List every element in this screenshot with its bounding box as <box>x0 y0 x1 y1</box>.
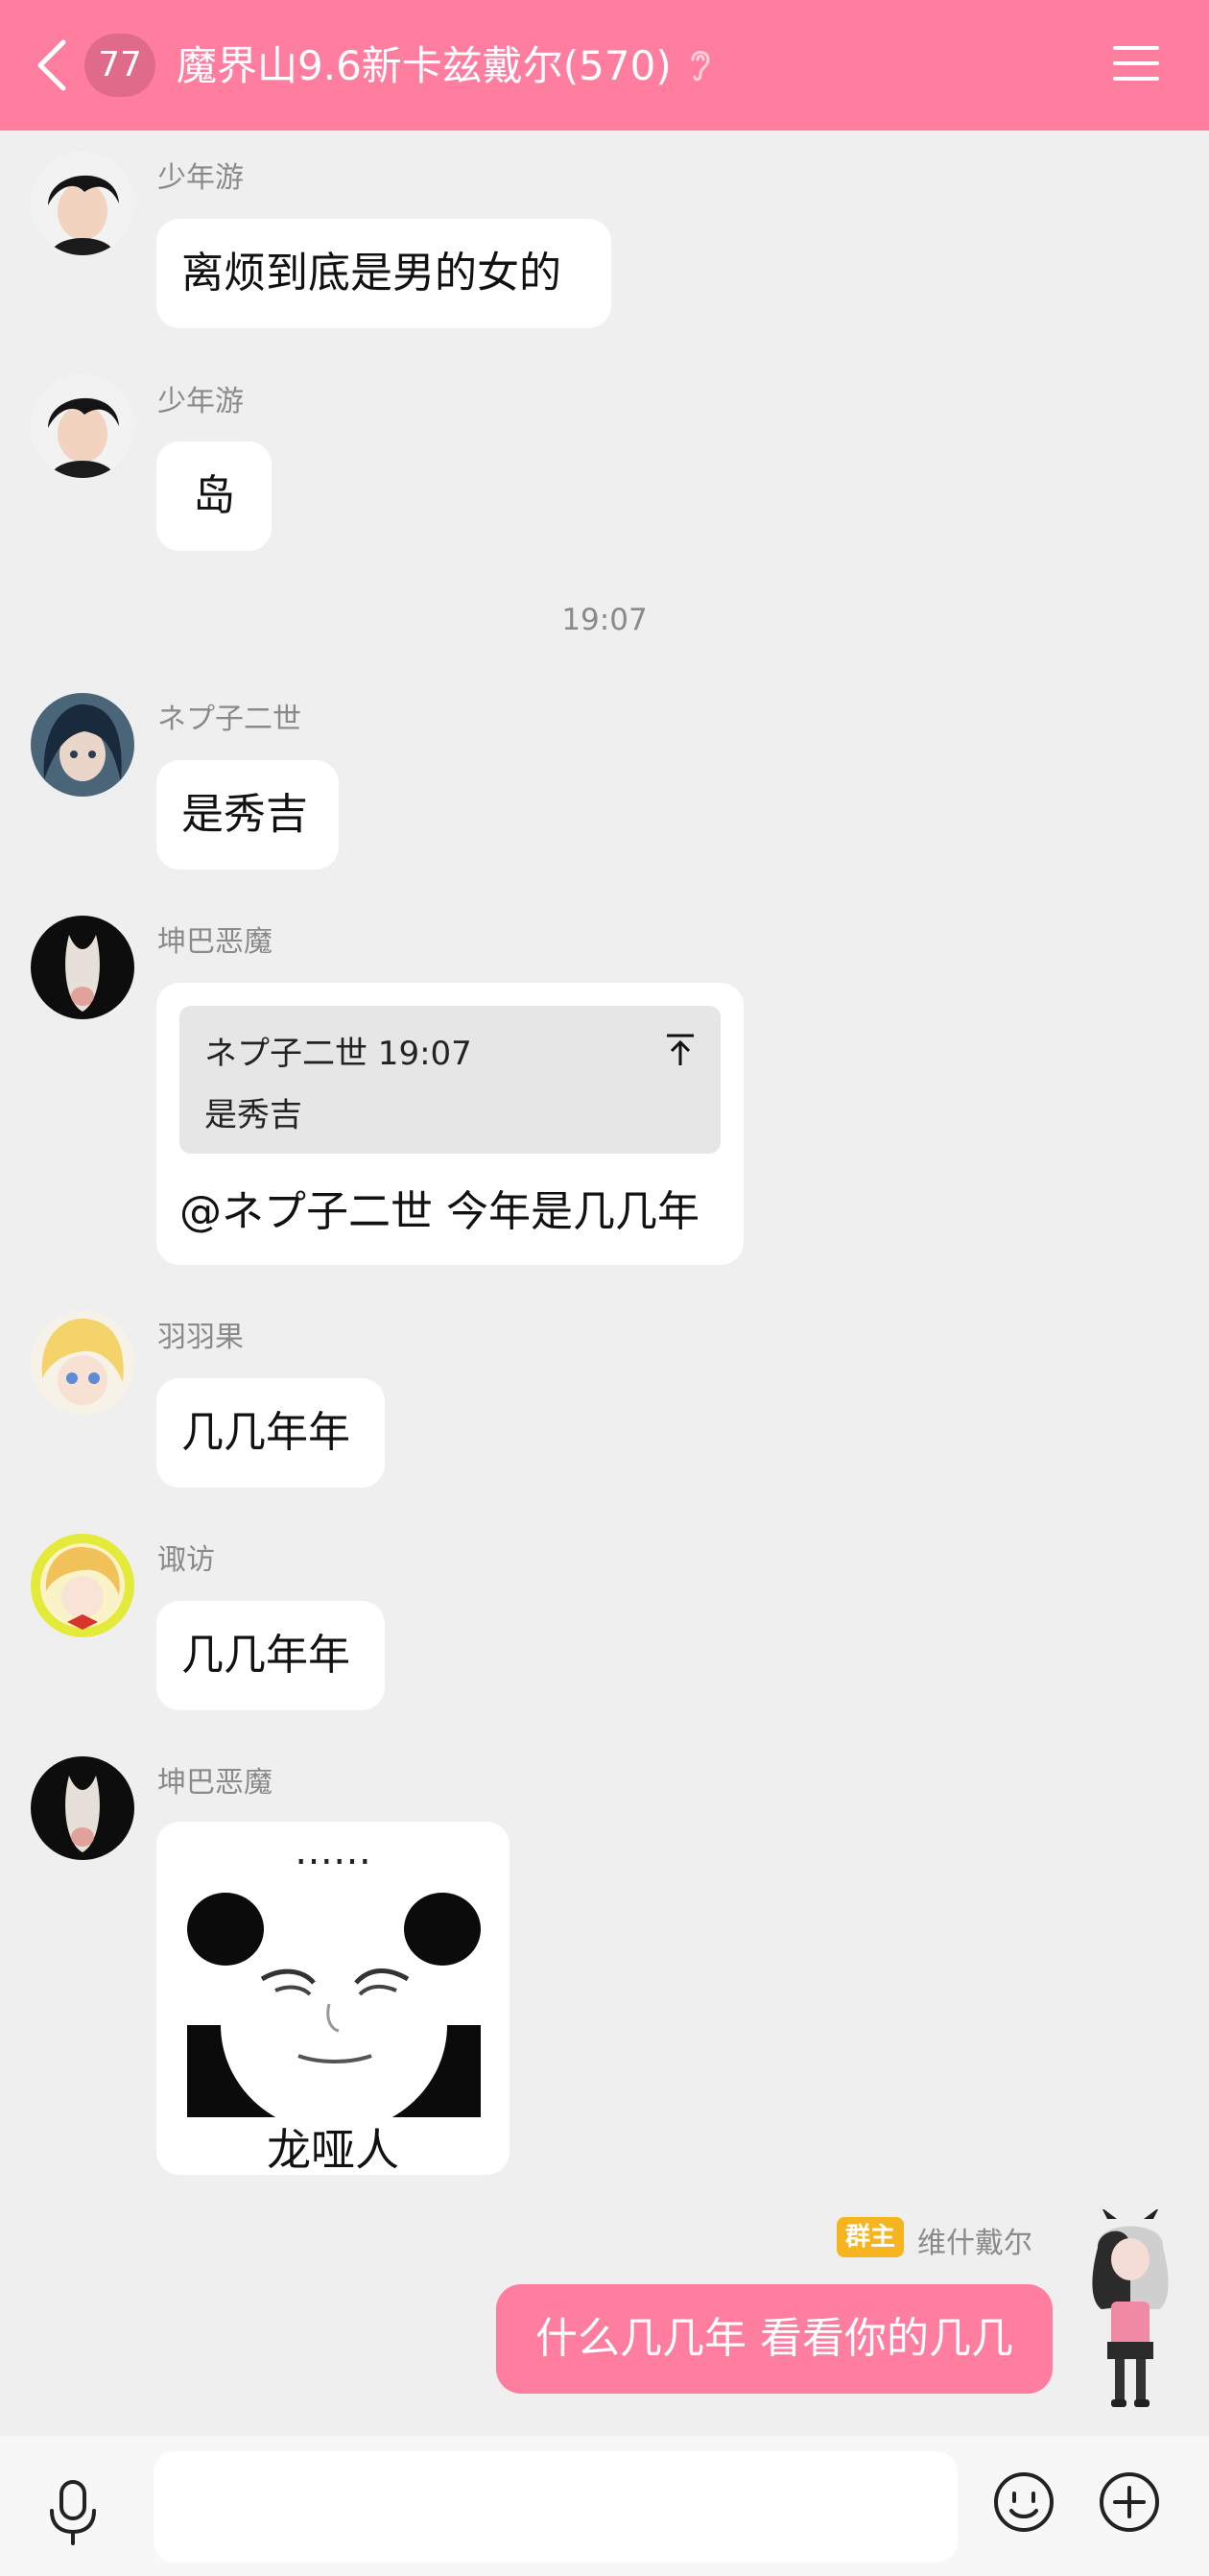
back-arrow-icon[interactable] <box>33 38 71 92</box>
message-bubble[interactable]: 离烦到底是男的女的 <box>156 219 611 328</box>
avatar[interactable] <box>31 693 134 797</box>
message-bubble[interactable]: 是秀吉 <box>156 760 339 870</box>
microphone-icon[interactable] <box>44 2478 102 2545</box>
avatar[interactable] <box>31 1311 134 1415</box>
jump-to-message-icon[interactable] <box>665 1033 696 1067</box>
message-bubble[interactable]: 几几年年 <box>156 1378 385 1488</box>
message-input[interactable] <box>154 2451 958 2563</box>
group-owner-badge: 群主 <box>837 2217 904 2257</box>
menu-icon[interactable] <box>1111 42 1161 84</box>
plus-icon[interactable] <box>1098 2470 1161 2547</box>
sticker-message[interactable]: …… 龙哑人 <box>156 1822 510 2176</box>
message-bubble[interactable]: 几几年年 <box>156 1601 385 1710</box>
group-title: 魔界山9.6新卡兹戴尔(570) <box>177 42 672 89</box>
avatar[interactable] <box>31 1534 134 1637</box>
self-sender-name: 维什戴尔 <box>917 2227 1032 2260</box>
avatar[interactable] <box>31 152 134 255</box>
emoji-icon[interactable] <box>992 2470 1055 2547</box>
avatar[interactable] <box>31 916 134 1019</box>
self-avatar[interactable] <box>1079 2207 1182 2411</box>
sender-name: 坤巴恶魔 <box>157 925 273 959</box>
quoted-message[interactable]: ネプ子二世 19:07 是秀吉 <box>179 1006 721 1154</box>
quoted-message-text: 是秀吉 <box>204 1096 302 1134</box>
sender-name: 羽羽果 <box>157 1321 244 1354</box>
ear-icon <box>691 51 710 82</box>
sender-name: ネプ子二世 <box>157 703 301 736</box>
message-bubble[interactable]: 岛 <box>156 441 272 551</box>
sticker-caption: 龙哑人 <box>267 2124 399 2176</box>
quoted-message-meta: ネプ子二世 19:07 <box>204 1035 472 1073</box>
reply-message-bubble[interactable]: ネプ子二世 19:07 是秀吉 @ネプ子二世 今年是几几年 <box>156 983 744 1265</box>
self-message-bubble[interactable]: 什么几几年 看看你的几几 <box>496 2284 1053 2394</box>
sender-name: 少年游 <box>157 385 244 418</box>
input-bar <box>0 2436 1209 2576</box>
sender-name: 少年游 <box>157 161 244 195</box>
time-divider: 19:07 <box>561 603 648 637</box>
avatar[interactable] <box>31 1756 134 1860</box>
chat-header: 77 魔界山9.6新卡兹戴尔(570) <box>0 0 1209 131</box>
sender-name: 坤巴恶魔 <box>157 1766 273 1800</box>
panda-face-sticker <box>187 1893 481 2117</box>
message-text: @ネプ子二世 今年是几几年 <box>179 1187 699 1236</box>
avatar[interactable] <box>31 374 134 478</box>
sticker-top-text: …… <box>295 1829 371 1873</box>
sender-name: 诹访 <box>157 1543 215 1577</box>
unread-count-badge[interactable]: 77 <box>84 34 155 97</box>
